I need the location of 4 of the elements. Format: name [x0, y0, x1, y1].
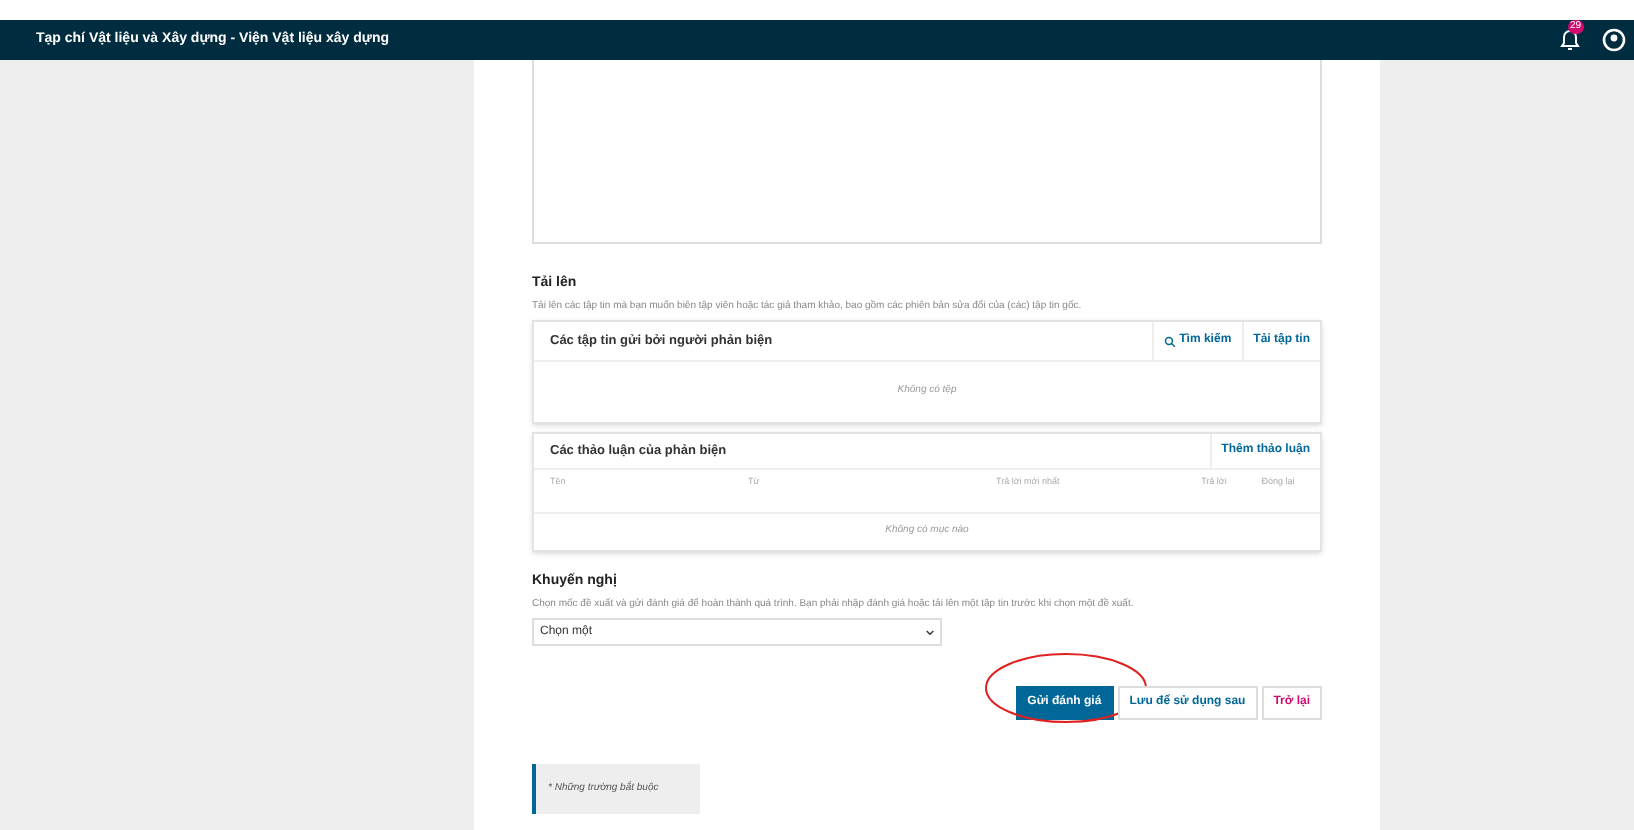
- bell-icon: [1558, 28, 1582, 52]
- search-icon: [1163, 335, 1176, 347]
- user-icon[interactable]: [1602, 28, 1626, 52]
- chevron-down-icon: [926, 629, 934, 635]
